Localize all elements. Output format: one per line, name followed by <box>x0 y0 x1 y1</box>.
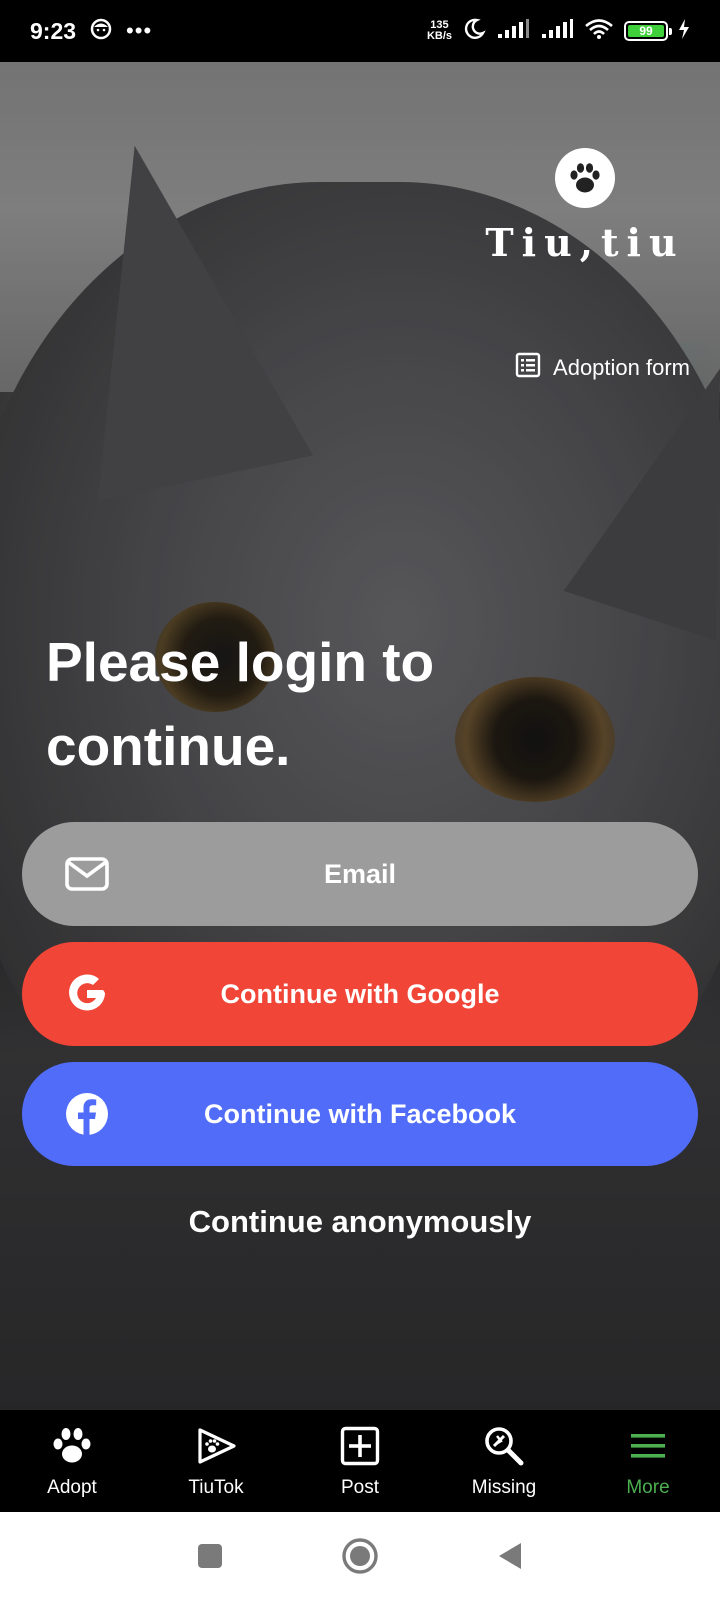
recents-icon[interactable] <box>190 1536 230 1576</box>
more-notifications-icon: ••• <box>126 18 153 43</box>
signal-icon-2 <box>540 18 574 45</box>
signal-icon <box>496 18 530 45</box>
net-speed: 135 KB/s <box>427 20 452 42</box>
continue-anonymously-link[interactable]: Continue anonymously <box>0 1204 720 1240</box>
net-speed-unit: KB/s <box>426 30 452 42</box>
nav-label-more: More <box>626 1477 670 1498</box>
nav-label-adopt: Adopt <box>47 1477 97 1498</box>
system-nav-bar <box>0 1512 720 1600</box>
home-icon[interactable] <box>340 1536 380 1576</box>
email-button-label: Email <box>323 858 397 889</box>
app-logo: Tiu,tiu <box>480 148 690 265</box>
back-icon[interactable] <box>490 1536 530 1576</box>
search-missing-icon <box>481 1423 527 1469</box>
facebook-icon <box>64 1091 110 1137</box>
battery-icon: 99 <box>624 21 672 41</box>
nav-label-tiutok: TiuTok <box>188 1477 244 1498</box>
face-icon <box>90 18 112 45</box>
nav-item-tiutok[interactable]: TiuTok <box>144 1410 288 1512</box>
nav-item-missing[interactable]: Missing <box>432 1410 576 1512</box>
email-login-button[interactable]: Email <box>22 822 698 926</box>
paw-logo-icon <box>555 148 615 208</box>
nav-item-post[interactable]: Post <box>288 1410 432 1512</box>
nav-item-more[interactable]: More <box>576 1410 720 1512</box>
status-time: 9:23 <box>30 17 77 44</box>
google-icon <box>64 971 110 1017</box>
mail-icon <box>64 851 110 897</box>
play-paw-icon <box>193 1423 239 1469</box>
wifi-icon <box>584 18 614 45</box>
nav-label-missing: Missing <box>471 1477 537 1498</box>
status-left: 9:23 ••• <box>30 18 152 45</box>
bottom-nav: Adopt TiuTok Post Missing More <box>0 1410 720 1512</box>
nav-item-adopt[interactable]: Adopt <box>0 1410 144 1512</box>
status-right: 135 KB/s 99 <box>427 17 690 46</box>
moon-icon <box>462 17 486 46</box>
charging-icon <box>678 18 690 44</box>
battery-level: 99 <box>628 24 664 38</box>
facebook-button-label: Continue with Facebook <box>203 1098 516 1129</box>
adoption-form-label: Adoption form <box>553 355 690 380</box>
menu-icon <box>625 1423 671 1469</box>
add-box-icon <box>337 1423 383 1469</box>
google-login-button[interactable]: Continue with Google <box>22 942 698 1046</box>
form-list-icon <box>515 352 541 384</box>
paw-icon <box>49 1423 95 1469</box>
facebook-login-button[interactable]: Continue with Facebook <box>22 1062 698 1166</box>
page-title: Please login to continue. <box>46 631 435 777</box>
status-bar: 9:23 ••• 135 KB/s 99 <box>0 0 720 62</box>
google-button-label: Continue with Google <box>220 978 500 1009</box>
adoption-form-link[interactable]: Adoption form <box>515 352 690 384</box>
nav-label-post: Post <box>340 1477 380 1498</box>
logo-text: Tiu,tiu <box>485 220 685 265</box>
